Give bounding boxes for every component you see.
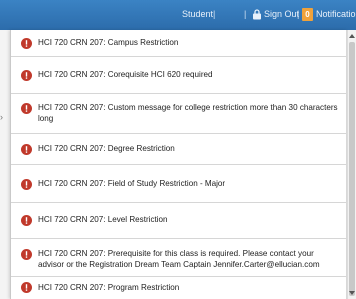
- top-header: Student | | Sign Out | 0 Notifications: [0, 0, 356, 30]
- error-icon: [21, 38, 32, 49]
- notification-item[interactable]: HCI 720 CRN 207: Level Restriction: [11, 203, 346, 239]
- scroll-up-arrow-icon[interactable]: [348, 32, 356, 40]
- error-icon: [21, 215, 32, 226]
- error-icon: [21, 103, 32, 114]
- notification-text: HCI 720 CRN 207: Custom message for coll…: [38, 103, 338, 123]
- error-icon: [21, 249, 32, 260]
- notification-text: HCI 720 CRN 207: Level Restriction: [38, 215, 168, 224]
- notification-item[interactable]: HCI 720 CRN 207: Program Restriction: [11, 277, 346, 299]
- notification-text: HCI 720 CRN 207: Campus Restriction: [38, 38, 179, 47]
- notification-item[interactable]: HCI 720 CRN 207: Prerequisite for this c…: [11, 239, 346, 277]
- notifications-panel: HCI 720 CRN 207: Campus Restriction HCI …: [10, 30, 347, 299]
- notification-text: HCI 720 CRN 207: Prerequisite for this c…: [38, 249, 320, 269]
- notification-item[interactable]: HCI 720 CRN 207: Field of Study Restrict…: [11, 165, 346, 203]
- error-icon: [21, 70, 32, 81]
- chevron-right-icon: ›: [0, 112, 3, 122]
- notification-text: HCI 720 CRN 207: Corequisite HCI 620 req…: [38, 70, 213, 79]
- error-icon: [21, 282, 32, 293]
- notification-item[interactable]: HCI 720 CRN 207: Corequisite HCI 620 req…: [11, 57, 346, 94]
- lock-icon: [253, 9, 261, 20]
- notification-item[interactable]: HCI 720 CRN 207: Campus Restriction: [11, 30, 346, 57]
- error-icon: [21, 144, 32, 155]
- notifications-link[interactable]: Notifications: [316, 9, 356, 19]
- scroll-down-arrow-icon[interactable]: [348, 289, 356, 297]
- notification-text: HCI 720 CRN 207: Degree Restriction: [38, 144, 175, 153]
- user-menu-link[interactable]: Student: [182, 9, 213, 19]
- notification-item[interactable]: HCI 720 CRN 207: Degree Restriction: [11, 134, 346, 165]
- notification-text: HCI 720 CRN 207: Program Restriction: [38, 283, 180, 292]
- header-divider: |: [213, 9, 216, 19]
- notification-text: HCI 720 CRN 207: Field of Study Restrict…: [38, 179, 226, 188]
- notification-item[interactable]: HCI 720 CRN 207: Custom message for coll…: [11, 94, 346, 134]
- scrollbar-thumb[interactable]: [349, 42, 355, 296]
- error-icon: [21, 179, 32, 190]
- panel-scrollbar[interactable]: [347, 30, 356, 299]
- sign-out-link[interactable]: Sign Out: [264, 9, 299, 19]
- notification-count-badge[interactable]: 0: [302, 8, 313, 21]
- header-divider: |: [297, 9, 300, 19]
- header-divider: |: [244, 9, 247, 19]
